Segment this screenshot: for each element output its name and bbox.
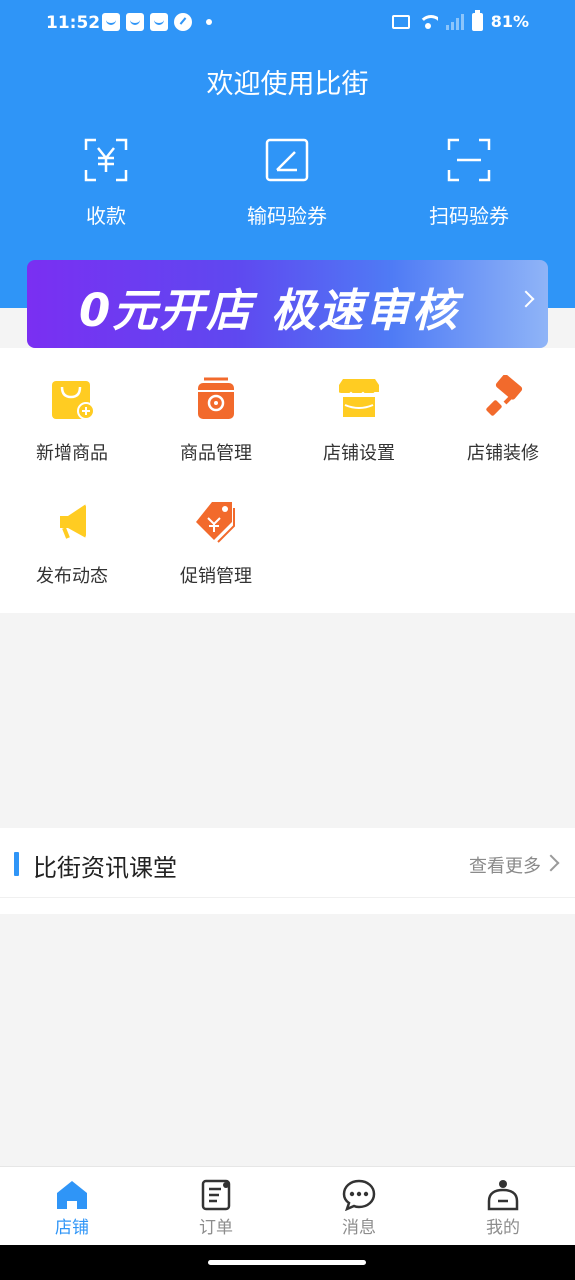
menu-label: 新增商品 (36, 443, 108, 464)
divider (0, 897, 575, 898)
tab-profile[interactable]: 我的 (431, 1179, 575, 1238)
quick-action-label: 扫码验券 (429, 204, 509, 228)
price-tag-icon (192, 498, 240, 546)
add-product-button[interactable]: 新增商品 (0, 375, 144, 465)
tab-label: 消息 (342, 1218, 376, 1238)
chevron-right-icon[interactable] (542, 854, 560, 872)
battery-icon (471, 9, 483, 31)
menu-label: 店铺设置 (323, 443, 395, 464)
product-manage-icon (192, 375, 240, 423)
shopping-bag-notification-icon (102, 13, 120, 31)
banner-text: 0元开店 极速审核 (79, 284, 459, 337)
yuan-scan-icon (84, 138, 128, 182)
chevron-right-icon (517, 290, 535, 308)
status-bar: 11:52 81% (0, 0, 575, 48)
scan-icon (447, 138, 491, 182)
shopping-bag-notification-icon (126, 13, 144, 31)
news-section-title: 比街资讯课堂 (33, 854, 177, 882)
tab-label: 店铺 (55, 1218, 89, 1238)
notification-icons (102, 13, 212, 31)
section-accent-bar (14, 852, 19, 876)
scan-verify-button[interactable]: 扫码验券 (399, 138, 539, 229)
paint-roller-icon (479, 374, 527, 423)
bottom-tab-bar: 店铺 订单 消息 我的 (0, 1166, 575, 1245)
order-icon (199, 1179, 233, 1211)
menu-label: 商品管理 (180, 443, 252, 464)
shop-settings-icon (335, 375, 383, 423)
tab-shop[interactable]: 店铺 (0, 1179, 144, 1238)
wifi-icon (417, 14, 438, 29)
profile-icon (486, 1179, 520, 1211)
product-management-button[interactable]: 商品管理 (144, 375, 288, 465)
cell-signal-icon (445, 13, 464, 30)
system-navigation-bar (0, 1245, 575, 1280)
home-icon (55, 1179, 89, 1211)
view-more-link[interactable]: 查看更多 (469, 852, 541, 878)
tab-label: 我的 (486, 1218, 520, 1238)
megaphone-icon (48, 498, 96, 546)
tab-messages[interactable]: 消息 (287, 1179, 431, 1238)
more-notifications-dot-icon (206, 19, 212, 25)
message-icon (342, 1179, 376, 1212)
news-section-header: 比街资讯课堂 查看更多 (0, 828, 575, 914)
status-time: 11:52 (46, 13, 101, 33)
vibrate-icon (391, 14, 410, 29)
publish-post-button[interactable]: 发布动态 (0, 498, 144, 588)
add-product-bag-icon (48, 375, 96, 423)
promo-banner[interactable]: 0元开店 极速审核 (27, 260, 548, 348)
tab-label: 订单 (199, 1218, 233, 1238)
battery-percent: 81% (490, 12, 529, 31)
edit-code-icon (265, 138, 309, 182)
menu-label: 发布动态 (36, 566, 108, 587)
shop-settings-button[interactable]: 店铺设置 (287, 375, 431, 465)
page-title: 欢迎使用比街 (206, 69, 369, 100)
tab-orders[interactable]: 订单 (144, 1179, 288, 1238)
shopping-bag-notification-icon (150, 13, 168, 31)
home-gesture-handle[interactable] (208, 1260, 366, 1265)
quick-actions: 收款 输码验券 扫码验券 (0, 138, 575, 238)
collect-payment-button[interactable]: 收款 (36, 138, 176, 229)
quick-action-label: 收款 (86, 204, 126, 228)
promotion-management-button[interactable]: 促销管理 (144, 498, 288, 588)
status-indicators: 81% (391, 9, 529, 31)
speedometer-notification-icon (174, 13, 192, 31)
enter-code-verify-button[interactable]: 输码验券 (217, 138, 357, 229)
menu-label: 店铺装修 (467, 443, 539, 464)
shop-decoration-button[interactable]: 店铺装修 (431, 374, 575, 465)
quick-action-label: 输码验券 (247, 204, 327, 228)
menu-label: 促销管理 (180, 566, 252, 587)
function-menu: 新增商品 商品管理 店铺设置 店铺装修 发布动态 促销管理 (0, 348, 575, 613)
